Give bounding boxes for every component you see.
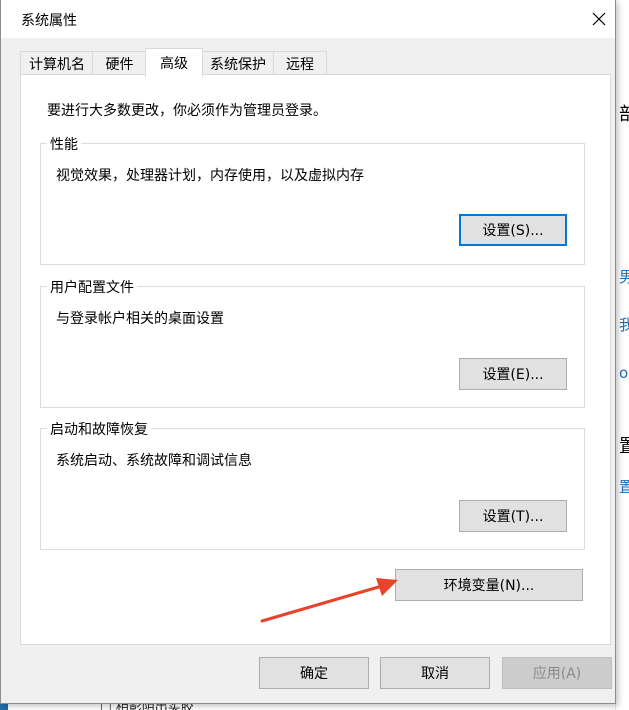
tab-advanced[interactable]: 高级: [145, 48, 203, 77]
annotation-arrow-icon: [260, 578, 398, 623]
